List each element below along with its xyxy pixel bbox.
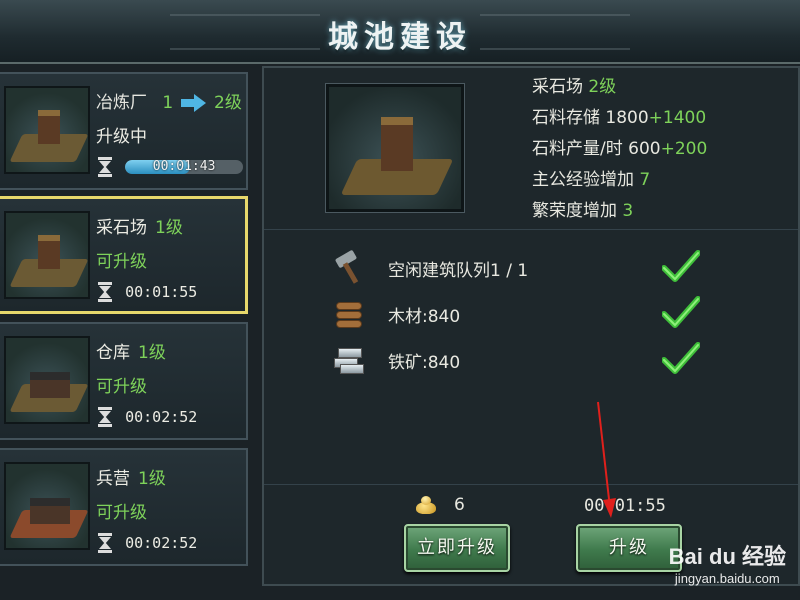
building-card-barracks[interactable]: 兵营 1级 可升级 00:02:52: [0, 448, 248, 566]
watermark-url: jingyan.baidu.com: [674, 571, 780, 586]
ore-icon: [334, 344, 364, 374]
detail-name: 采石场: [532, 77, 583, 97]
smelter-thumbnail: [4, 86, 90, 174]
building-status: 可升级: [96, 503, 147, 523]
storage-label: 石料存储: [532, 108, 600, 128]
progress-timer: 00:01:43: [152, 159, 216, 174]
requirement-row: 铁矿:840: [264, 338, 798, 384]
building-list: 冶炼厂 1 2级 升级中 00:01:43 采石场 1级 可升级 00:01:55: [0, 68, 252, 600]
check-icon: [662, 250, 700, 282]
gold-ingot-icon: [414, 494, 438, 516]
from-level: 1: [162, 93, 174, 113]
prosperity-label: 繁荣度增加: [532, 201, 617, 221]
output-label: 石料产量/时: [532, 139, 623, 159]
watermark-logo: Bai du 经验: [668, 544, 786, 569]
stat-name: 采石场 2级: [532, 72, 707, 103]
detail-level: 2级: [588, 77, 617, 97]
timer-row: 00:02:52: [98, 532, 197, 556]
requirement-text: 木材:840: [388, 307, 461, 327]
prosperity-value: 3: [622, 201, 634, 221]
requirement-row: 空闲建筑队列1 / 1: [264, 246, 798, 292]
upgrade-arrow-icon: [180, 94, 207, 112]
hourglass-icon: [98, 281, 112, 302]
upgrade-button[interactable]: 升级: [576, 524, 682, 572]
exp-label: 主公经验增加: [532, 170, 634, 190]
wood-icon: [334, 298, 364, 328]
stat-exp: 主公经验增加 7: [532, 165, 707, 196]
output-value: 600: [628, 139, 661, 159]
check-icon: [662, 342, 700, 374]
upgrade-duration: 00:02:52: [125, 533, 198, 552]
timer-row: 00:01:43: [98, 156, 244, 180]
quarry-large-image: [326, 84, 464, 212]
building-level: 1级: [138, 343, 166, 363]
to-level: 2级: [214, 93, 242, 113]
smelter-upgrade-line: 冶炼厂 1 2级: [96, 88, 242, 113]
storage-plus: +1400: [648, 108, 707, 128]
hourglass-icon: [98, 532, 112, 553]
building-name-line: 采石场 1级: [96, 213, 183, 238]
timer-row: 00:01:55: [98, 281, 197, 305]
stat-prosperity: 繁荣度增加 3: [532, 196, 707, 227]
building-name: 仓库: [96, 343, 130, 363]
requirements-list: 空闲建筑队列1 / 1 木材:840 铁矿:840: [264, 246, 798, 384]
building-card-smelter[interactable]: 冶炼厂 1 2级 升级中 00:01:43: [0, 72, 248, 190]
baidu-watermark: Bai du 经验 jingyan.baidu.com: [669, 539, 786, 586]
instant-cost: 6: [414, 494, 465, 516]
warehouse-thumbnail: [4, 336, 90, 424]
requirement-text: 空闲建筑队列1 / 1: [388, 261, 529, 281]
title-bar: 城池建设: [0, 0, 800, 64]
building-level: 1级: [155, 218, 183, 238]
divider: [264, 484, 798, 485]
stat-output: 石料产量/时 600+200: [532, 134, 707, 165]
exp-value: 7: [639, 170, 651, 190]
stats-list: 采石场 2级 石料存储 1800+1400 石料产量/时 600+200 主公经…: [532, 72, 707, 227]
hammer-icon: [334, 249, 364, 284]
storage-value: 1800: [605, 108, 649, 128]
building-detail-panel: 采石场 2级 石料存储 1800+1400 石料产量/时 600+200 主公经…: [262, 66, 800, 586]
building-name-line: 仓库 1级: [96, 338, 166, 363]
stat-storage: 石料存储 1800+1400: [532, 103, 707, 134]
cost-value: 6: [454, 495, 465, 515]
hourglass-icon: [98, 156, 112, 177]
building-card-quarry[interactable]: 采石场 1级 可升级 00:01:55: [0, 196, 248, 314]
building-status: 可升级: [96, 377, 147, 397]
building-name: 兵营: [96, 469, 130, 489]
building-name: 冶炼厂: [96, 93, 147, 113]
upgrade-duration: 00:01:55: [125, 282, 198, 301]
building-status: 升级中: [96, 127, 147, 147]
barracks-thumbnail: [4, 462, 90, 550]
detail-header: 采石场 2级 石料存储 1800+1400 石料产量/时 600+200 主公经…: [264, 68, 798, 230]
building-level: 1级: [138, 469, 166, 489]
building-status: 可升级: [96, 252, 147, 272]
building-card-warehouse[interactable]: 仓库 1级 可升级 00:02:52: [0, 322, 248, 440]
upgrade-duration: 00:02:52: [125, 407, 198, 426]
check-icon: [662, 296, 700, 328]
quarry-thumbnail: [4, 211, 90, 299]
requirement-text: 铁矿:840: [388, 353, 461, 373]
page-title: 城池建设: [328, 20, 472, 55]
timer-row: 00:02:52: [98, 406, 197, 430]
requirement-row: 木材:840: [264, 292, 798, 338]
building-name-line: 兵营 1级: [96, 464, 166, 489]
upgrade-time: 00:01:55: [584, 496, 666, 516]
hourglass-icon: [98, 406, 112, 427]
output-plus: +200: [660, 139, 708, 159]
building-name: 采石场: [96, 218, 147, 238]
upgrade-progress-bar: 00:01:43: [125, 159, 244, 174]
instant-upgrade-button[interactable]: 立即升级: [404, 524, 510, 572]
